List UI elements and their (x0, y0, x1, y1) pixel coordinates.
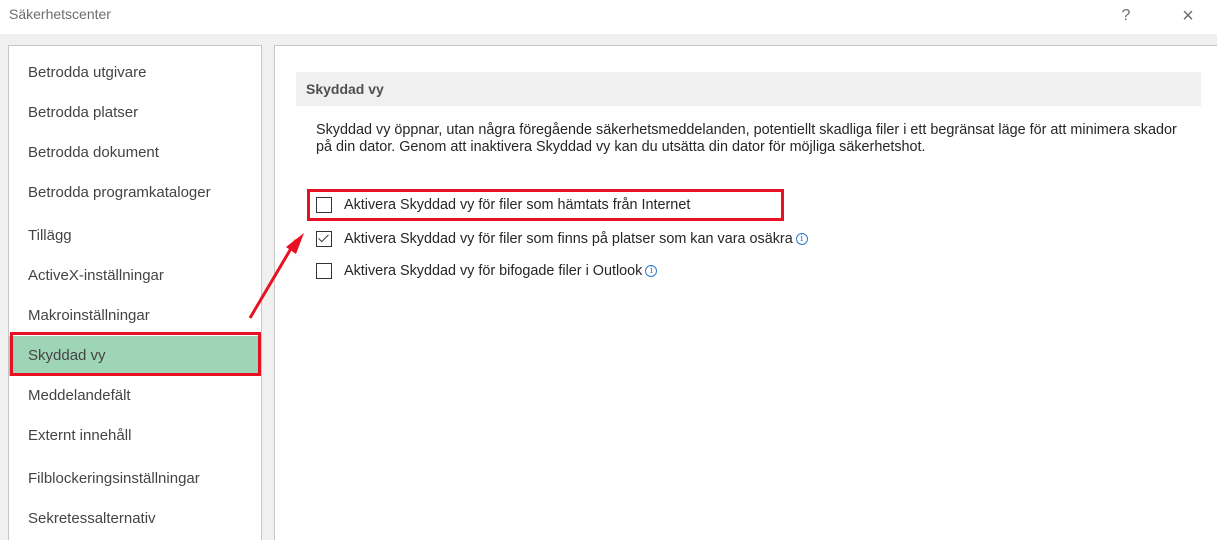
sidebar-item-tillagg[interactable]: Tillägg (9, 216, 261, 256)
option-label: Aktivera Skyddad vy för filer som finns … (344, 231, 793, 247)
sidebar-item-meddelandefalt[interactable]: Meddelandefält (9, 376, 261, 416)
checkbox-unsafe-locations[interactable] (316, 231, 332, 247)
sidebar-item-betrodda-platser[interactable]: Betrodda platser (9, 93, 261, 133)
close-button[interactable]: × (1172, 2, 1204, 30)
section-title: Skyddad vy (296, 72, 1201, 106)
title-bar: Säkerhetscenter ? × (0, 0, 1217, 34)
option-unsafe-locations[interactable]: Aktivera Skyddad vy för filer som finns … (316, 227, 808, 251)
info-icon[interactable]: i (795, 233, 808, 245)
help-button[interactable]: ? (1110, 2, 1142, 30)
option-label: Aktivera Skyddad vy för bifogade filer i… (344, 263, 643, 279)
sidebar-item-betrodda-dokument[interactable]: Betrodda dokument (9, 133, 261, 173)
sidebar-item-sekretess[interactable]: Sekretessalternativ (9, 499, 261, 539)
section-description: Skyddad vy öppnar, utan några föregående… (316, 122, 1177, 155)
sidebar-item-betrodda-programkataloger[interactable]: Betrodda programkataloger (9, 173, 261, 213)
sidebar-item-externt-innehall[interactable]: Externt innehåll (9, 416, 261, 456)
checkbox-outlook-attachments[interactable] (316, 263, 332, 279)
sidebar-item-skyddad-vy[interactable]: Skyddad vy (9, 336, 261, 376)
option-label: Aktivera Skyddad vy för filer som hämtat… (344, 197, 691, 213)
settings-panel: Skyddad vy Skyddad vy öppnar, utan några… (274, 45, 1217, 540)
sidebar-item-activex[interactable]: ActiveX-inställningar (9, 256, 261, 296)
sidebar-item-makro[interactable]: Makroinställningar (9, 296, 261, 336)
option-internet-files[interactable]: Aktivera Skyddad vy för filer som hämtat… (316, 193, 690, 217)
sidebar-item-betrodda-utgivare[interactable]: Betrodda utgivare (9, 53, 261, 93)
option-outlook-attachments[interactable]: Aktivera Skyddad vy för bifogade filer i… (316, 259, 658, 283)
window-title: Säkerhetscenter (9, 6, 111, 22)
info-icon[interactable]: i (645, 265, 658, 277)
sidebar-item-filblockering[interactable]: Filblockeringsinställningar (9, 459, 261, 499)
sidebar: Betrodda utgivare Betrodda platser Betro… (8, 45, 262, 540)
checkbox-internet-files[interactable] (316, 197, 332, 213)
